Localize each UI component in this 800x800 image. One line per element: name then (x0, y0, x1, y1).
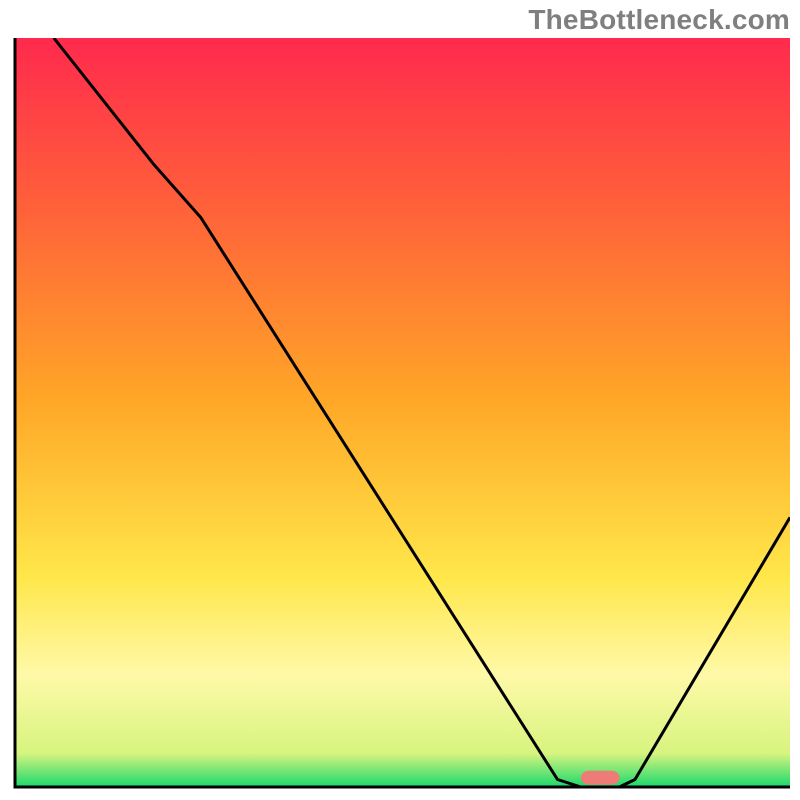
gradient-background (15, 38, 790, 787)
optimal-marker (581, 771, 620, 785)
chart-plot-area (12, 38, 790, 790)
chart-svg (12, 38, 790, 790)
watermark-text: TheBottleneck.com (528, 4, 790, 36)
